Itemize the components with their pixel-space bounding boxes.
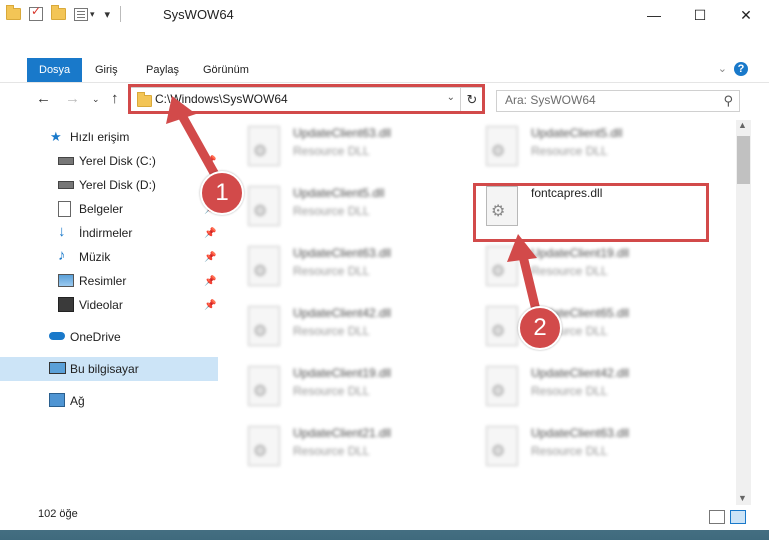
annotation-badge-2: 2 — [518, 306, 562, 350]
arrow-2 — [507, 234, 541, 315]
annotation-arrows — [166, 96, 541, 315]
arrow-1 — [166, 96, 223, 185]
annotation-badge-1: 1 — [200, 171, 244, 215]
